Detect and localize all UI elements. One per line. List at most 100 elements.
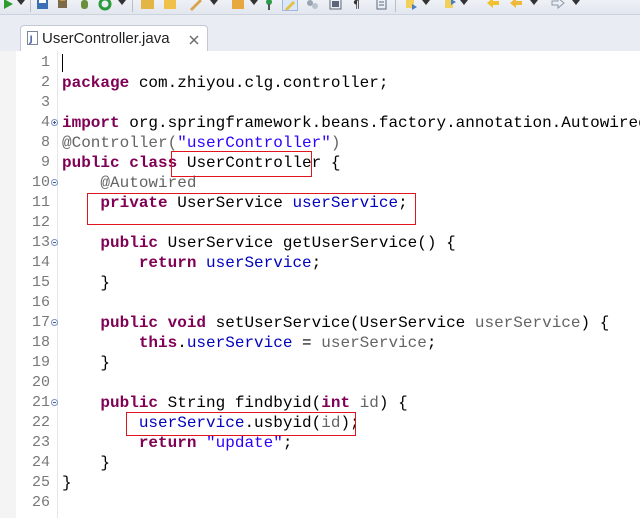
line-number: 17 (31, 314, 50, 331)
code-token: "update" (206, 434, 283, 452)
code-token: } (62, 474, 72, 492)
code-token: ) { (580, 314, 610, 332)
code-text: @Controller("userController") (62, 133, 340, 153)
java-file-icon: J (27, 31, 39, 45)
code-token: return (138, 254, 197, 272)
build-icon[interactable] (55, 0, 71, 11)
open-type-icon[interactable] (230, 0, 246, 11)
code-line: 18 this.userService = userService; (0, 333, 640, 353)
fold-expand-icon[interactable] (51, 119, 58, 126)
save-all-icon[interactable] (35, 0, 51, 11)
code-token: package (62, 74, 130, 92)
code-token: String findbyid( (158, 394, 322, 412)
code-token: userService (186, 334, 293, 352)
code-token: return (138, 434, 197, 452)
code-token: @Controller( (62, 134, 178, 152)
line-number: 9 (40, 154, 50, 171)
code-token: org.springframework.beans.factory.annota… (119, 114, 640, 132)
svg-text:¶: ¶ (353, 0, 360, 11)
code-text: return userService; (62, 253, 321, 273)
fold-collapse-icon[interactable] (51, 239, 58, 246)
open-file-icon[interactable] (162, 0, 178, 11)
code-line: 14 return userService; (0, 253, 640, 273)
open-folder-icon[interactable] (140, 0, 156, 11)
code-text: } (62, 273, 110, 293)
prev-annotation-icon[interactable] (442, 0, 458, 11)
code-line: 21 public String findbyid(int id) { (0, 393, 640, 413)
back-icon[interactable] (485, 0, 501, 11)
forward-icon[interactable] (550, 0, 566, 11)
forward-dropdown-icon[interactable] (572, 0, 580, 5)
open-type-dropdown-icon[interactable] (250, 0, 258, 5)
code-token: ) { (378, 394, 408, 412)
fold-collapse-icon[interactable] (51, 319, 58, 326)
editor-tab-strip: J UserController.java (0, 15, 640, 51)
line-number: 1 (40, 54, 50, 71)
pin-icon[interactable] (262, 0, 278, 11)
line-number: 8 (40, 134, 50, 151)
back-dropdown-icon[interactable] (530, 0, 538, 5)
pencil-icon[interactable] (188, 0, 204, 11)
fold-collapse-icon[interactable] (51, 399, 58, 406)
show-whitespace-icon[interactable]: ¶ (350, 0, 366, 11)
code-token: ; (282, 434, 293, 452)
code-token: userService (206, 254, 312, 272)
highlight-box-class-name (171, 151, 312, 177)
run-dropdown-icon[interactable] (17, 0, 25, 5)
main-toolbar: ¶ (0, 0, 640, 15)
code-line: 25} (0, 473, 640, 493)
tab-usercontroller-java[interactable]: J UserController.java (20, 25, 208, 51)
line-number: 10 (31, 174, 50, 191)
debug-icon[interactable] (77, 0, 93, 11)
back-history-icon[interactable] (508, 0, 524, 11)
code-line: 8 @Controller("userController") (0, 133, 640, 153)
mark-icon[interactable] (304, 0, 320, 11)
code-text: this.userService = userService; (62, 333, 437, 353)
code-text: public void setUserService(UserService u… (62, 313, 609, 333)
code-token: id (359, 394, 379, 412)
toolbar-separator (132, 0, 133, 12)
refresh-icon[interactable] (97, 0, 113, 11)
prev-annotation-dropdown-icon[interactable] (460, 0, 468, 5)
next-annotation-icon[interactable] (403, 0, 419, 11)
code-token: void (167, 314, 207, 332)
line-number: 4 (40, 114, 50, 131)
line-number: 3 (40, 94, 50, 111)
code-text: package com.zhiyou.clg.controller; (62, 73, 388, 93)
line-number: 26 (31, 494, 50, 511)
code-editor[interactable]: 1 2 package com.zhiyou.clg.controller; 3 4 im… (0, 51, 640, 518)
highlight-box-method-call (126, 412, 356, 436)
code-line: 20 (0, 373, 640, 393)
code-token: setUserService(UserService (206, 314, 475, 332)
line-number: 15 (31, 274, 50, 291)
run-icon[interactable] (1, 0, 17, 11)
close-icon[interactable] (188, 33, 200, 45)
line-number: 20 (31, 374, 50, 391)
code-token: userService (474, 314, 581, 332)
pencil-dropdown-icon[interactable] (210, 0, 218, 5)
code-text: } (62, 473, 72, 493)
code-text: import org.springframework.beans.factory… (62, 113, 640, 133)
next-annotation-dropdown-icon[interactable] (422, 0, 430, 5)
code-line: 13 public UserService getUserService() { (0, 233, 640, 253)
fold-collapse-icon[interactable] (51, 179, 58, 186)
block-select-icon[interactable] (374, 0, 390, 11)
line-number: 16 (31, 294, 50, 311)
toolbar-separator (30, 0, 31, 12)
code-line: 15 } (0, 273, 640, 293)
highlight-icon[interactable] (282, 0, 298, 11)
svg-text:J: J (29, 35, 33, 45)
refresh-dropdown-icon[interactable] (118, 0, 126, 5)
code-token: "userController" (177, 134, 331, 152)
line-number: 25 (31, 474, 50, 491)
code-text: public UserService getUserService() { (62, 233, 455, 253)
code-text: } (62, 453, 110, 473)
toggle-icon[interactable] (328, 0, 344, 11)
